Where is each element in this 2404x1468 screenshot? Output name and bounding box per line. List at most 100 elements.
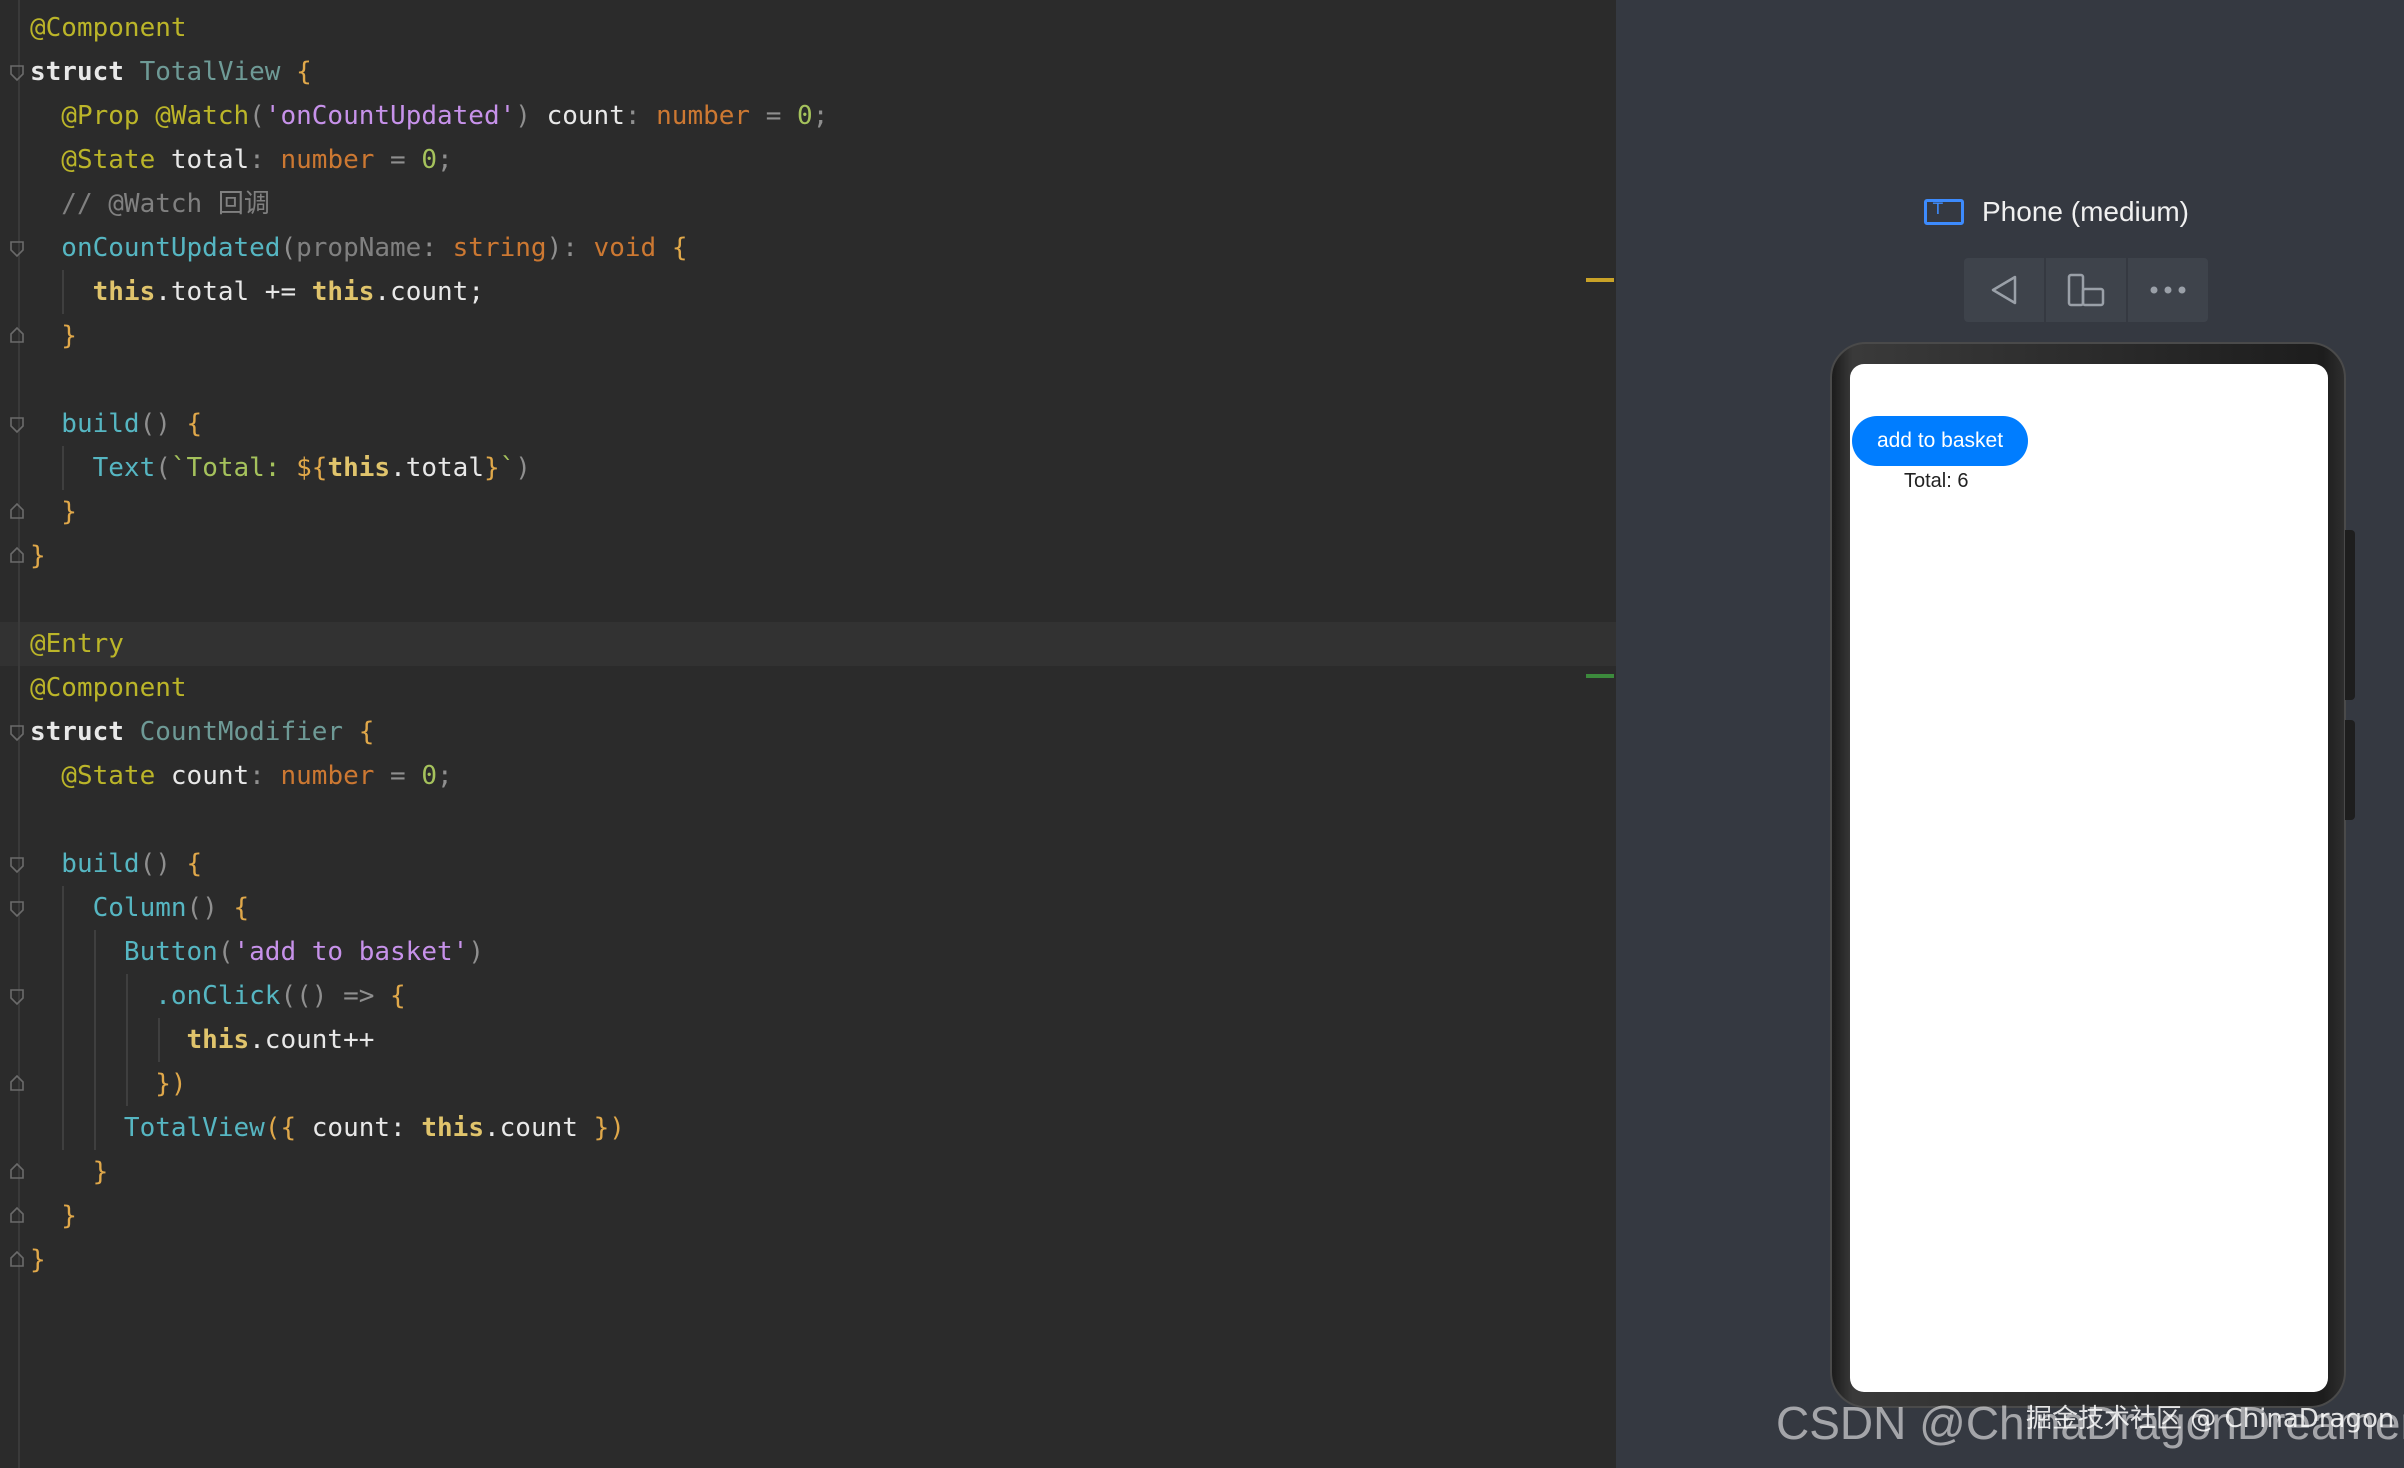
fold-open-icon[interactable] <box>9 900 25 918</box>
code-token: { <box>186 409 203 439</box>
previewer-panel: Phone (medium) add to basket Total: 6 <box>1616 0 2404 1468</box>
code-line[interactable]: } <box>30 1194 77 1238</box>
code-line[interactable]: @Component <box>30 666 187 710</box>
code-token: ): <box>546 233 594 263</box>
code-token: .total <box>390 453 484 483</box>
code-token: (() => <box>280 981 391 1011</box>
phone-frame: add to basket Total: 6 <box>1830 342 2346 1408</box>
code-token: @Entry <box>30 629 124 659</box>
fold-open-icon[interactable] <box>9 416 25 434</box>
code-token: @Prop @Watch <box>30 101 250 131</box>
code-token: @Component <box>30 673 187 703</box>
code-token: @Component <box>30 13 187 43</box>
code-line[interactable]: onCountUpdated(propName: string): void { <box>30 226 687 270</box>
code-line[interactable]: .onClick(() => { <box>30 974 406 1018</box>
code-token: this <box>327 453 391 483</box>
code-token: .count <box>483 1113 594 1143</box>
code-line[interactable]: build() { <box>30 402 202 446</box>
code-line[interactable]: }) <box>30 1062 186 1106</box>
code-line[interactable]: TotalView({ count: this.count }) <box>30 1106 625 1150</box>
code-token: @State <box>30 761 171 791</box>
code-token: } <box>30 541 46 571</box>
code-line[interactable]: } <box>30 534 46 578</box>
code-line[interactable]: @Prop @Watch('onCountUpdated') count: nu… <box>30 94 828 138</box>
code-token: ( <box>249 101 265 131</box>
add-to-basket-button[interactable]: add to basket <box>1852 416 2028 466</box>
code-token: ( <box>217 937 234 967</box>
code-token: `Total: <box>170 453 297 483</box>
fold-close-icon[interactable] <box>9 326 25 344</box>
fold-close-icon[interactable] <box>9 502 25 520</box>
back-button[interactable] <box>1964 258 2046 322</box>
more-button[interactable] <box>2128 258 2208 322</box>
code-token: this <box>421 1113 484 1143</box>
code-line[interactable]: Button('add to basket') <box>30 930 484 974</box>
code-line[interactable]: @Entry <box>30 622 124 666</box>
code-line[interactable]: // @Watch 回调 <box>30 182 270 226</box>
fold-close-icon[interactable] <box>9 1074 25 1092</box>
code-token: ( <box>155 453 171 483</box>
total-text: Total: 6 <box>1904 470 1969 492</box>
code-token: Button <box>30 937 218 967</box>
code-editor[interactable]: @Component struct TotalView { @Prop @Watc… <box>0 0 1616 1468</box>
fold-open-icon[interactable] <box>9 988 25 1006</box>
rotate-button[interactable] <box>2046 258 2128 322</box>
code-line[interactable]: } <box>30 1150 109 1194</box>
phone-side-button <box>2345 530 2355 700</box>
code-token: : <box>421 233 453 263</box>
code-token: propName <box>296 233 422 263</box>
change-marker <box>1586 278 1614 282</box>
juejin-watermark: 掘金技术社区 @ ChinaDragon <box>2026 1404 2395 1434</box>
phone-side-button <box>2345 720 2355 820</box>
code-line[interactable]: this.total += this.count; <box>30 270 484 314</box>
code-line[interactable]: @Component <box>30 6 187 50</box>
code-token: count <box>170 761 250 791</box>
indent-guide <box>158 1018 160 1062</box>
code-token: { <box>390 981 406 1011</box>
code-line[interactable]: } <box>30 314 77 358</box>
fold-open-icon[interactable] <box>9 856 25 874</box>
code-token: struct <box>30 57 140 87</box>
change-marker <box>1586 674 1614 678</box>
fold-close-icon[interactable] <box>9 1206 25 1224</box>
code-token: struct <box>30 717 140 747</box>
code-token: build <box>30 849 140 879</box>
code-line[interactable]: @State count: number = 0; <box>30 754 452 798</box>
indent-guide <box>126 974 128 1106</box>
device-icon <box>1924 199 1964 225</box>
code-line[interactable]: } <box>30 490 77 534</box>
fold-open-icon[interactable] <box>9 724 25 742</box>
code-token: () <box>139 409 187 439</box>
code-token: }) <box>593 1113 625 1143</box>
code-token: total <box>170 145 250 175</box>
fold-close-icon[interactable] <box>9 546 25 564</box>
code-token: string <box>452 233 547 263</box>
code-token: { <box>186 849 203 879</box>
code-line[interactable]: struct TotalView { <box>30 50 312 94</box>
code-token: ) <box>468 937 484 967</box>
back-icon <box>1991 275 2017 305</box>
fold-open-icon[interactable] <box>9 64 25 82</box>
code-token: { <box>296 57 312 87</box>
code-token: : <box>624 101 657 131</box>
code-token: count: <box>296 1113 422 1143</box>
code-line[interactable]: } <box>30 1238 46 1282</box>
fold-open-icon[interactable] <box>9 240 25 258</box>
code-line[interactable]: struct CountModifier { <box>30 710 374 754</box>
code-line[interactable]: this.count++ <box>30 1018 375 1062</box>
code-line[interactable]: Text(`Total: ${this.total}`) <box>30 446 531 490</box>
code-token: () <box>186 893 234 923</box>
device-label[interactable]: Phone (medium) <box>1924 196 2189 228</box>
code-token: number <box>656 101 751 131</box>
code-line[interactable]: @State total: number = 0; <box>30 138 452 182</box>
code-line[interactable]: build() { <box>30 842 202 886</box>
code-token: ; <box>812 101 829 131</box>
phone-screen: add to basket Total: 6 <box>1850 364 2328 1392</box>
fold-close-icon[interactable] <box>9 1250 25 1268</box>
code-token: = <box>374 761 422 791</box>
code-token: number <box>280 145 375 175</box>
code-token: .count; <box>374 277 484 307</box>
code-token: : <box>249 145 281 175</box>
code-token: ( <box>280 233 297 263</box>
fold-close-icon[interactable] <box>9 1162 25 1180</box>
